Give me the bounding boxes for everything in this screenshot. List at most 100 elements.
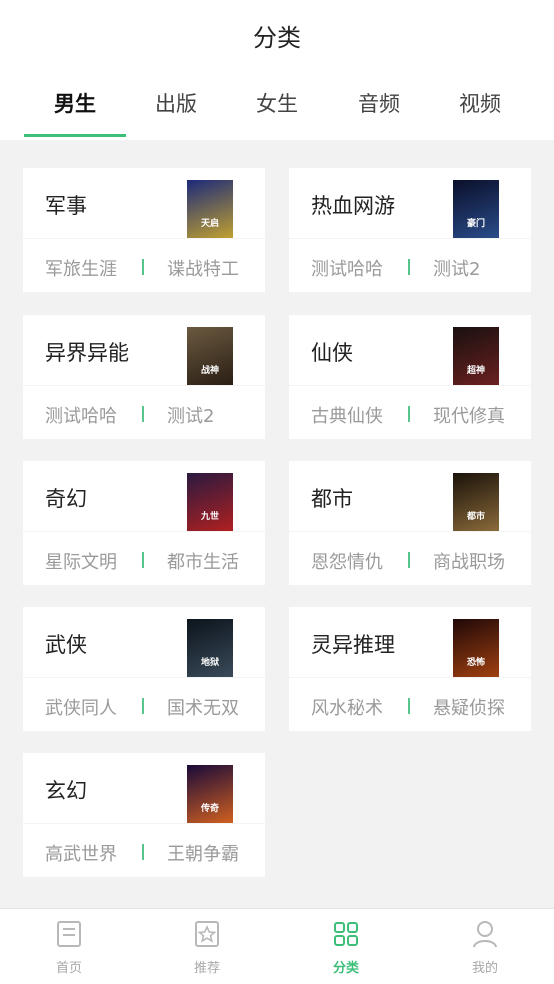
subcategory-link[interactable]: 商战职场 <box>433 548 505 574</box>
category-name[interactable]: 灵异推理 <box>311 629 395 659</box>
book-cover[interactable]: 传奇 <box>187 765 233 823</box>
tab-audio[interactable]: 音频 <box>324 88 434 118</box>
tabbar-label-home: 首页 <box>55 961 82 976</box>
book-cover[interactable]: 恐怖 <box>453 619 499 677</box>
subcategory-link[interactable]: 国术无双 <box>167 694 239 720</box>
book-cover-title: 都市 <box>466 512 485 523</box>
subcategory-link[interactable]: 高武世界 <box>45 840 117 866</box>
subcategory-link[interactable]: 测试哈哈 <box>311 255 383 281</box>
header: 分类 男生 出版 女生 音频 视频 <box>0 0 554 140</box>
tab-female[interactable]: 女生 <box>222 88 332 118</box>
tabbar-label-recommend: 推荐 <box>193 961 220 976</box>
category-card-header[interactable]: 仙侠超神 <box>289 315 531 385</box>
subcategory-link[interactable]: 测试2 <box>433 255 480 281</box>
book-cover-title: 恐怖 <box>466 658 485 669</box>
category-card-header[interactable]: 玄幻传奇 <box>23 753 265 823</box>
category-name[interactable]: 热血网游 <box>311 190 395 220</box>
bottom-tab-bar: 首页 推荐 分类 我的 <box>0 908 554 984</box>
subcategory-link[interactable]: 谍战特工 <box>167 255 239 281</box>
book-cover-title: 战神 <box>200 366 219 377</box>
tabbar-item-recommend[interactable]: 推荐 <box>138 909 276 984</box>
category-name[interactable]: 军事 <box>45 190 87 220</box>
subcategory-link[interactable]: 武侠同人 <box>45 694 117 720</box>
category-card[interactable]: 奇幻九世星际文明 都市生活 <box>23 461 265 585</box>
subcategory-link[interactable]: 风水秘术 <box>311 694 383 720</box>
category-card[interactable]: 仙侠超神古典仙侠 现代修真 <box>289 315 531 439</box>
subcategory-link[interactable]: 古典仙侠 <box>311 402 383 428</box>
category-name[interactable]: 异界异能 <box>45 337 129 367</box>
category-name[interactable]: 奇幻 <box>45 483 87 513</box>
category-card[interactable]: 都市 都市 恩怨情仇 商战职场 <box>289 461 531 585</box>
subcategory-row: 测试哈哈 测试2 <box>289 238 531 292</box>
grid-icon <box>334 922 358 946</box>
category-card-header[interactable]: 热血网游豪门 <box>289 168 531 238</box>
subcategory-link[interactable]: 军旅生涯 <box>45 255 117 281</box>
category-name[interactable]: 武侠 <box>45 629 87 659</box>
category-card[interactable]: 军事天启军旅生涯 谍战特工 <box>23 168 265 292</box>
tab-publish[interactable]: 出版 <box>121 88 231 118</box>
category-card[interactable]: 异界异能战神测试哈哈 测试2 <box>23 315 265 439</box>
subcategory-divider <box>408 259 410 275</box>
book-cover[interactable]: 豪门 <box>453 180 499 238</box>
category-card-header[interactable]: 都市 都市 <box>289 461 531 531</box>
book-cover[interactable]: 都市 <box>453 473 499 531</box>
book-cover[interactable]: 地狱 <box>187 619 233 677</box>
subcategory-link[interactable]: 恩怨情仇 <box>311 548 383 574</box>
category-card-header[interactable]: 奇幻九世 <box>23 461 265 531</box>
subcategory-row: 军旅生涯 谍战特工 <box>23 238 265 292</box>
subcategory-row: 测试哈哈 测试2 <box>23 385 265 439</box>
subcategory-link[interactable]: 悬疑侦探 <box>433 694 505 720</box>
book-cover[interactable]: 超神 <box>453 327 499 385</box>
subcategory-link[interactable]: 王朝争霸 <box>167 840 239 866</box>
tabbar-label-category: 分类 <box>332 961 359 976</box>
book-cover[interactable]: 战神 <box>187 327 233 385</box>
book-cover[interactable]: 天启 <box>187 180 233 238</box>
subcategory-row: 古典仙侠 现代修真 <box>289 385 531 439</box>
tabbar-item-home[interactable]: 首页 <box>0 909 138 984</box>
category-grid: 军事 天启 军旅生涯 谍战特工 热血网游 豪门 测试哈哈 测试2 异界异能 战神 测试哈哈 测试2 仙侠… <box>0 140 554 908</box>
category-name[interactable]: 都市 <box>311 483 353 513</box>
book-cover-title: 超神 <box>466 366 485 377</box>
subcategory-link[interactable]: 测试哈哈 <box>45 402 117 428</box>
book-cover[interactable]: 九世 <box>187 473 233 531</box>
page-title: 分类 <box>253 24 301 52</box>
star-icon <box>195 921 219 947</box>
subcategory-divider <box>142 698 144 714</box>
category-card-header[interactable]: 军事天启 <box>23 168 265 238</box>
subcategory-row: 恩怨情仇 商战职场 <box>289 531 531 585</box>
category-card[interactable]: 武侠 地狱武侠同人 国术无双 <box>23 607 265 731</box>
book-icon <box>57 921 81 947</box>
subcategory-divider <box>408 698 410 714</box>
category-card-header[interactable]: 武侠 地狱 <box>23 607 265 677</box>
subcategory-divider <box>408 552 410 568</box>
book-cover-title: 传奇 <box>200 804 219 815</box>
subcategory-divider <box>142 406 144 422</box>
category-card-header[interactable]: 灵异推理恐怖 <box>289 607 531 677</box>
subcategory-link[interactable]: 星际文明 <box>45 548 117 574</box>
category-card[interactable]: 灵异推理恐怖风水秘术 悬疑侦探 <box>289 607 531 731</box>
tabbar-label-me: 我的 <box>471 961 498 976</box>
category-card-header[interactable]: 异界异能战神 <box>23 315 265 385</box>
subcategory-row: 星际文明 都市生活 <box>23 531 265 585</box>
category-card[interactable]: 热血网游豪门测试哈哈 测试2 <box>289 168 531 292</box>
subcategory-link[interactable]: 现代修真 <box>433 402 505 428</box>
book-cover-title: 天启 <box>200 219 219 230</box>
subcategory-row: 高武世界 王朝争霸 <box>23 823 265 877</box>
subcategory-divider <box>142 552 144 568</box>
category-tabs: 男生 出版 女生 音频 视频 <box>0 88 554 140</box>
category-card[interactable]: 玄幻传奇高武世界 王朝争霸 <box>23 753 265 877</box>
subcategory-row: 武侠同人 国术无双 <box>23 677 265 731</box>
subcategory-divider <box>142 259 144 275</box>
subcategory-row: 风水秘术 悬疑侦探 <box>289 677 531 731</box>
book-cover-title: 豪门 <box>466 219 485 230</box>
subcategory-link[interactable]: 都市生活 <box>167 548 239 574</box>
tabbar-item-category[interactable]: 分类 <box>277 909 415 984</box>
tab-male[interactable]: 男生 <box>20 88 130 118</box>
tabbar-item-me[interactable]: 我的 <box>416 909 554 984</box>
subcategory-link[interactable]: 测试2 <box>167 402 214 428</box>
category-name[interactable]: 仙侠 <box>311 337 353 367</box>
tab-video[interactable]: 视频 <box>425 88 535 118</box>
category-name[interactable]: 玄幻 <box>45 775 87 805</box>
subcategory-divider <box>142 844 144 860</box>
book-cover-title: 九世 <box>200 512 219 523</box>
